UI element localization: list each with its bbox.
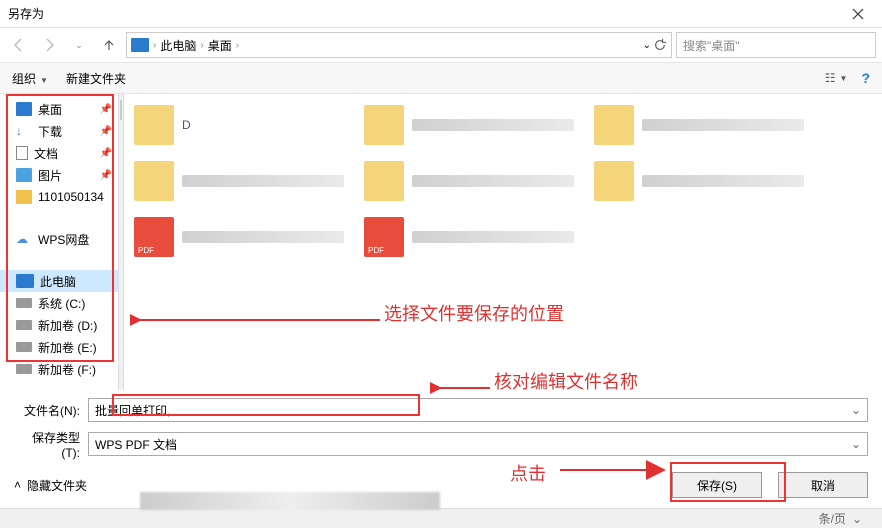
close-button[interactable] — [838, 2, 878, 26]
folder-icon — [364, 161, 404, 201]
sidebar: 桌面📌 ↓下载📌 文档📌 图片📌 1101050134 ☁WPS网盘 此电脑 系… — [0, 94, 118, 390]
close-icon — [852, 8, 864, 20]
redacted-area — [140, 492, 440, 510]
folder-icon — [364, 105, 404, 145]
view-options-button[interactable]: ☷▼ — [825, 71, 848, 85]
new-folder-button[interactable]: 新建文件夹 — [66, 70, 126, 87]
chevron-down-icon: ⌄ — [75, 40, 83, 51]
folder-icon — [594, 105, 634, 145]
picture-icon — [16, 168, 32, 182]
pin-icon: 📌 — [100, 126, 112, 137]
nav-forward-button[interactable] — [36, 32, 62, 58]
cloud-icon: ☁ — [16, 232, 32, 246]
cancel-button[interactable]: 取消 — [778, 472, 868, 498]
pc-icon — [16, 274, 34, 288]
nav-recent-button[interactable]: ⌄ — [66, 32, 92, 58]
file-item[interactable] — [364, 214, 574, 260]
arrow-right-icon — [41, 37, 57, 53]
caret-down-icon: ▼ — [840, 74, 848, 83]
file-item[interactable] — [134, 214, 344, 260]
pdf-icon — [134, 217, 174, 257]
download-icon: ↓ — [16, 124, 32, 138]
toolbar: 组织▼ 新建文件夹 ☷▼ ? — [0, 62, 882, 94]
title-bar: 另存为 — [0, 0, 882, 28]
filetype-select[interactable]: WPS PDF 文档 — [88, 432, 868, 456]
arrow-left-icon — [11, 37, 27, 53]
chevron-up-icon: ˄ — [14, 478, 21, 492]
search-input[interactable]: 搜索"桌面" — [676, 32, 876, 58]
sidebar-item-drive-e[interactable]: 新加卷 (E:) — [0, 336, 118, 358]
file-item[interactable] — [134, 158, 344, 204]
sidebar-item-documents[interactable]: 文档📌 — [0, 142, 118, 164]
sidebar-item-downloads[interactable]: ↓下载📌 — [0, 120, 118, 142]
nav-bar: ⌄ › 此电脑 › 桌面 › ⌄ 搜索"桌面" — [0, 28, 882, 62]
breadcrumb-sep-icon: › — [236, 40, 239, 51]
desktop-icon — [16, 102, 32, 116]
organize-menu[interactable]: 组织▼ — [12, 70, 48, 87]
sidebar-item-drive-d[interactable]: 新加卷 (D:) — [0, 314, 118, 336]
filetype-label: 保存类型(T): — [14, 429, 88, 460]
file-item[interactable] — [594, 102, 804, 148]
document-icon — [16, 146, 28, 160]
nav-back-button[interactable] — [6, 32, 32, 58]
drive-icon — [16, 320, 32, 330]
folder-icon — [16, 190, 32, 204]
sidebar-item-wps-cloud[interactable]: ☁WPS网盘 — [0, 228, 118, 250]
pin-icon: 📌 — [100, 148, 112, 159]
drive-icon — [16, 298, 32, 308]
save-form: 文件名(N): 批量回单打印, 保存类型(T): WPS PDF 文档 ˄ 隐藏… — [0, 390, 882, 508]
hide-folders-toggle[interactable]: ˄ 隐藏文件夹 — [14, 477, 87, 494]
search-placeholder: 搜索"桌面" — [683, 37, 740, 54]
sidebar-item-folder[interactable]: 1101050134 — [0, 186, 118, 208]
refresh-icon[interactable] — [653, 38, 667, 52]
drive-icon — [16, 342, 32, 352]
file-item[interactable] — [594, 158, 804, 204]
sidebar-item-drive-c[interactable]: 系统 (C:) — [0, 292, 118, 314]
file-list[interactable]: D — [124, 94, 882, 390]
pc-icon — [131, 38, 149, 52]
breadcrumb-sep-icon: › — [153, 40, 156, 51]
breadcrumb-segment[interactable]: 此电脑 — [160, 37, 196, 54]
breadcrumb-sep-icon: › — [200, 40, 203, 51]
drive-icon — [16, 364, 32, 374]
page-count-label: 条/页 — [819, 510, 846, 527]
dialog-body: 桌面📌 ↓下载📌 文档📌 图片📌 1101050134 ☁WPS网盘 此电脑 系… — [0, 94, 882, 390]
folder-icon — [134, 161, 174, 201]
chevron-down-icon: ⌄ — [643, 40, 651, 51]
chevron-down-icon: ⌄ — [852, 512, 862, 526]
folder-icon — [134, 105, 174, 145]
breadcrumb-dropdown[interactable]: ⌄ — [643, 38, 667, 52]
filename-label: 文件名(N): — [14, 402, 88, 419]
sidebar-item-this-pc[interactable]: 此电脑 — [0, 270, 118, 292]
sidebar-item-drive-f[interactable]: 新加卷 (F:) — [0, 358, 118, 380]
filename-input[interactable]: 批量回单打印, — [88, 398, 868, 422]
caret-down-icon: ▼ — [40, 76, 48, 85]
sidebar-item-pictures[interactable]: 图片📌 — [0, 164, 118, 186]
nav-tree: 桌面📌 ↓下载📌 文档📌 图片📌 1101050134 ☁WPS网盘 此电脑 系… — [0, 94, 118, 390]
file-item[interactable] — [364, 158, 574, 204]
folder-icon — [594, 161, 634, 201]
pdf-icon — [364, 217, 404, 257]
pin-icon: 📌 — [100, 170, 112, 181]
window-title: 另存为 — [8, 5, 44, 22]
nav-up-button[interactable] — [96, 32, 122, 58]
status-bar: 条/页 ⌄ — [0, 508, 882, 528]
sidebar-item-desktop[interactable]: 桌面📌 — [0, 98, 118, 120]
pin-icon: 📌 — [100, 104, 112, 115]
help-button[interactable]: ? — [861, 70, 870, 86]
file-item[interactable]: D — [134, 102, 344, 148]
file-item[interactable] — [364, 102, 574, 148]
save-button[interactable]: 保存(S) — [672, 472, 762, 498]
breadcrumb-segment[interactable]: 桌面 — [208, 37, 232, 54]
arrow-up-icon — [101, 37, 117, 53]
breadcrumb[interactable]: › 此电脑 › 桌面 › ⌄ — [126, 32, 672, 58]
